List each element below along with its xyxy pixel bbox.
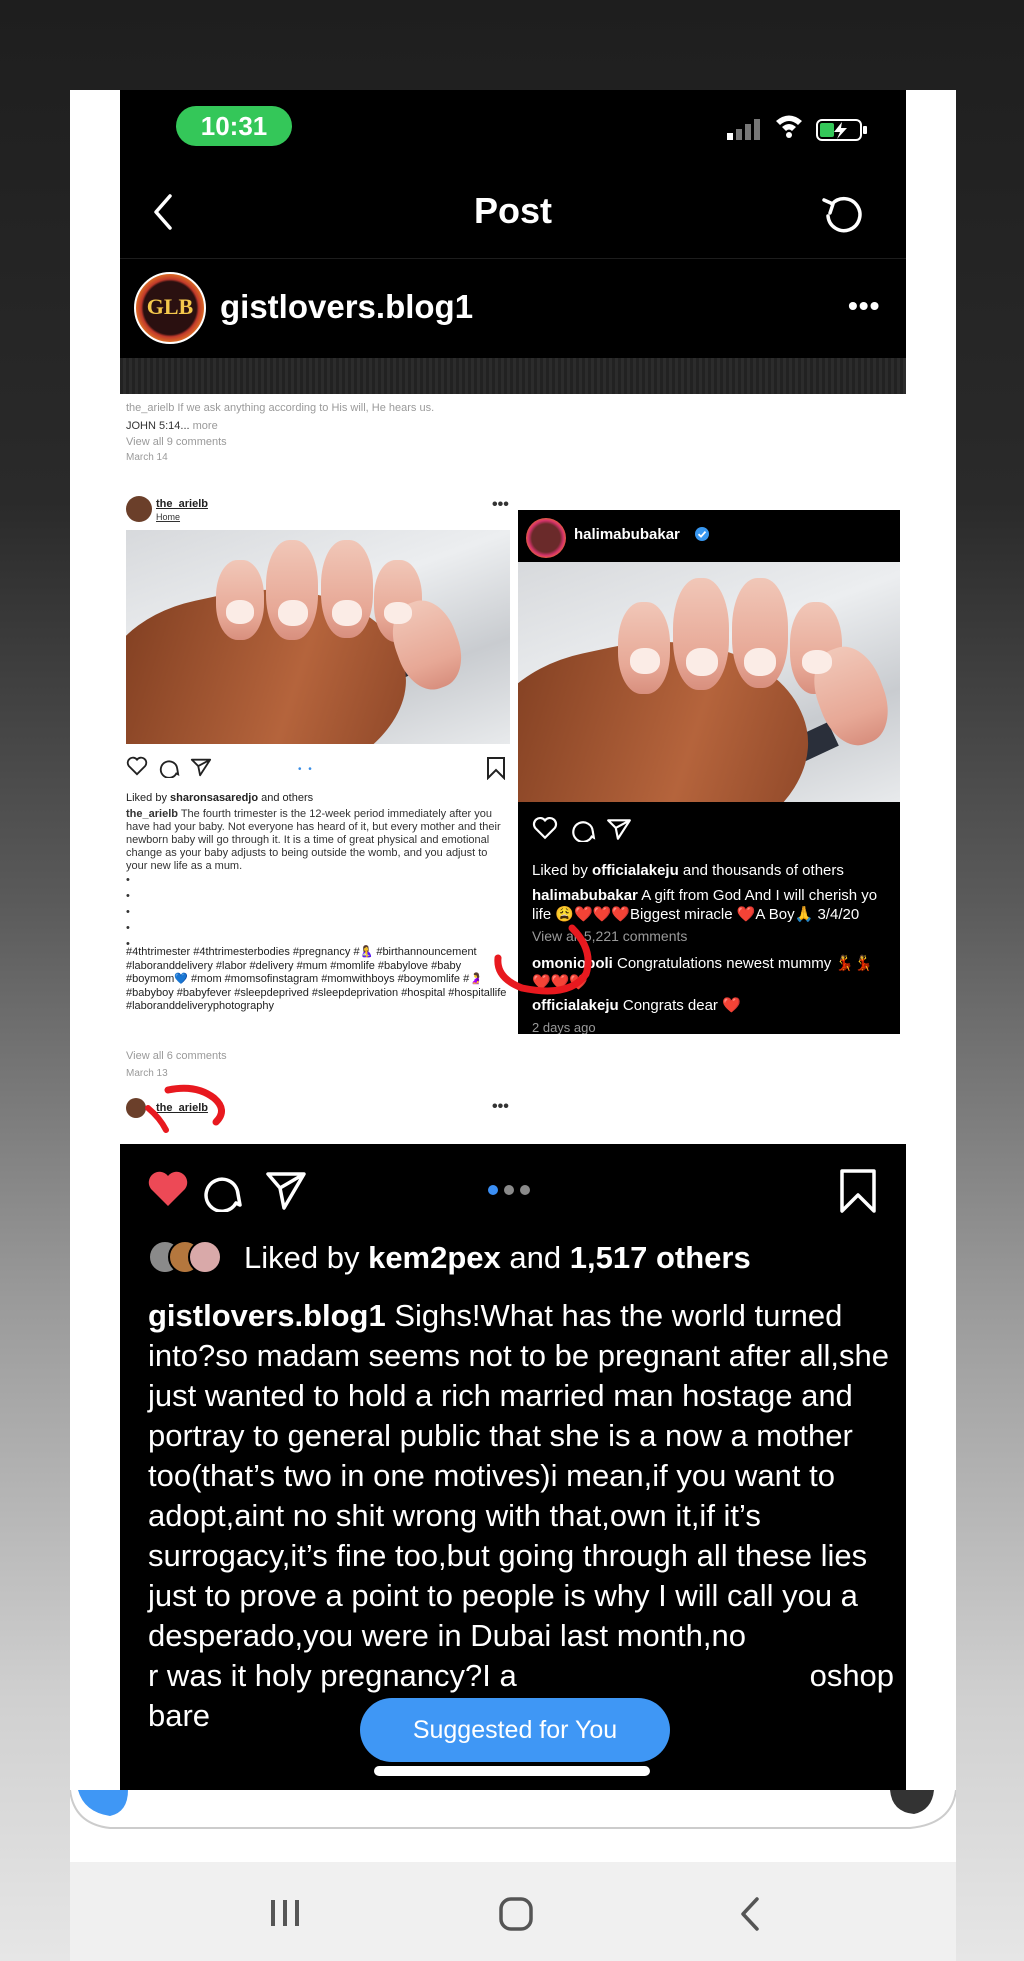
liked-count[interactable]: 1,517 others	[570, 1240, 751, 1275]
liked-prefix: Liked by	[244, 1240, 369, 1275]
liked-mid: and	[500, 1240, 570, 1275]
battery-charging-icon	[816, 119, 867, 141]
status-time: 10:31	[176, 106, 292, 146]
more-options-icon[interactable]: •••	[848, 290, 880, 322]
post-caption: gistlovers.blog1 Sighs!What has the worl…	[148, 1296, 900, 1736]
bottom-bar-fragment	[70, 1790, 956, 1829]
avatar	[188, 1240, 222, 1274]
comment-icon[interactable]	[200, 1168, 244, 1212]
suggested-for-you-button[interactable]: Suggested for You	[360, 1698, 670, 1762]
caption-text: Sighs!What has the world turned into?so …	[148, 1298, 895, 1733]
caption-username[interactable]: gistlovers.blog1	[148, 1298, 386, 1333]
recent-apps-icon[interactable]	[268, 1896, 302, 1930]
bookmark-icon[interactable]	[838, 1168, 878, 1214]
carousel-dot	[520, 1185, 530, 1195]
back-icon[interactable]	[738, 1896, 762, 1932]
carousel-dot-active	[488, 1185, 498, 1195]
avatar-logo-text: GLB	[146, 294, 194, 319]
post-image: the_arielb If we ask anything according …	[120, 394, 906, 1144]
share-icon[interactable]	[264, 1168, 308, 1212]
carousel-dots	[488, 1182, 536, 1200]
red-annotation-marks	[145, 924, 592, 1133]
refresh-icon[interactable]	[820, 190, 868, 238]
signal-icon	[727, 119, 760, 140]
heart-filled-icon[interactable]	[146, 1168, 190, 1210]
likes-summary[interactable]: Liked by kem2pex and 1,517 others	[244, 1240, 751, 1276]
phone-screen: 10:31 Post GLB gistlovers.blog1 ••• the_…	[120, 90, 906, 1790]
wifi-icon	[776, 115, 802, 138]
liked-by-avatars	[148, 1240, 238, 1280]
carousel-dot	[504, 1185, 514, 1195]
image-top-strip	[120, 358, 906, 394]
post-username[interactable]: gistlovers.blog1	[220, 288, 473, 326]
liked-user[interactable]: kem2pex	[368, 1240, 501, 1275]
page-title: Post	[473, 190, 552, 231]
home-indicator	[374, 1766, 650, 1776]
home-icon[interactable]	[498, 1896, 534, 1932]
